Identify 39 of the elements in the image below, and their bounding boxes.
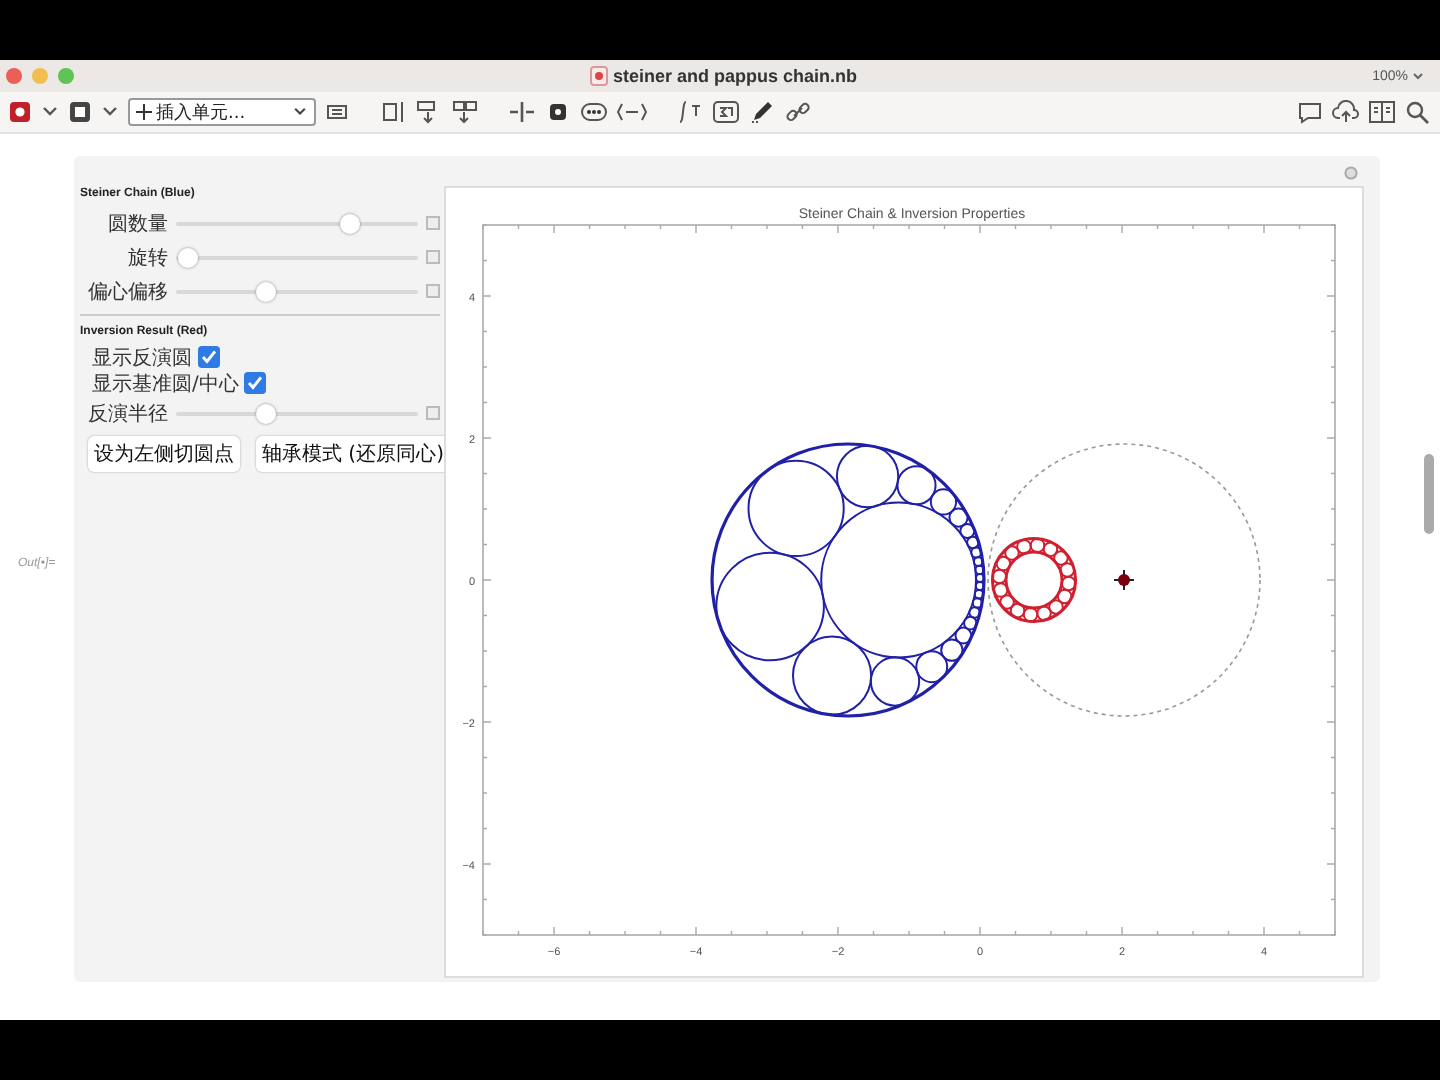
caret-icon (292, 104, 308, 120)
bracket-icon[interactable] (380, 100, 408, 124)
document-icon (589, 66, 608, 86)
center-marker (1113, 569, 1135, 591)
slider-label: 反演半径 (86, 401, 170, 427)
split-icon[interactable] (508, 100, 536, 124)
close-button[interactable] (6, 68, 22, 84)
search-icon[interactable] (1404, 100, 1432, 124)
window-title: steiner and pappus chain.nb (613, 66, 858, 86)
checkbox[interactable] (198, 346, 220, 368)
caret-icon[interactable] (1412, 70, 1424, 82)
inverted-chain-drawing (990, 536, 1078, 624)
checkbox[interactable] (244, 372, 267, 394)
speech-bubble-icon[interactable] (1296, 100, 1324, 124)
action-button[interactable]: 轴承模式 (还原同心) (256, 436, 450, 472)
list-icon[interactable] (324, 100, 352, 124)
slider-label: 圆数量 (106, 211, 170, 237)
slider-thumb[interactable] (340, 213, 361, 233)
slider-thumb[interactable] (178, 247, 199, 267)
link-icon[interactable] (784, 100, 812, 124)
square-icon[interactable] (544, 100, 572, 124)
brackets-icon[interactable] (616, 100, 648, 124)
pen-icon[interactable] (748, 100, 776, 124)
slider-thumb[interactable] (255, 281, 276, 301)
book-icon[interactable] (1368, 100, 1396, 124)
slider-label: 旋转 (126, 245, 170, 271)
checkbox-label: 显示基准圆/中心 (92, 371, 239, 397)
frame-icon[interactable] (68, 100, 92, 124)
insert-cell-dropdown[interactable]: 插入单元... (128, 98, 316, 126)
cells-down-icon[interactable] (452, 100, 480, 124)
ellipsis-icon[interactable] (580, 100, 608, 124)
slider-thumb[interactable] (255, 403, 276, 423)
plus-icon (136, 104, 152, 120)
checkbox-label: 显示反演圆 (92, 345, 192, 371)
cloud-upload-icon[interactable] (1332, 100, 1360, 124)
action-button[interactable]: 设为左侧切圆点 (88, 436, 240, 472)
scrollbar-thumb[interactable] (1424, 454, 1434, 534)
slider-label: 偏心偏移 (86, 279, 170, 305)
integral-icon[interactable] (676, 100, 704, 124)
